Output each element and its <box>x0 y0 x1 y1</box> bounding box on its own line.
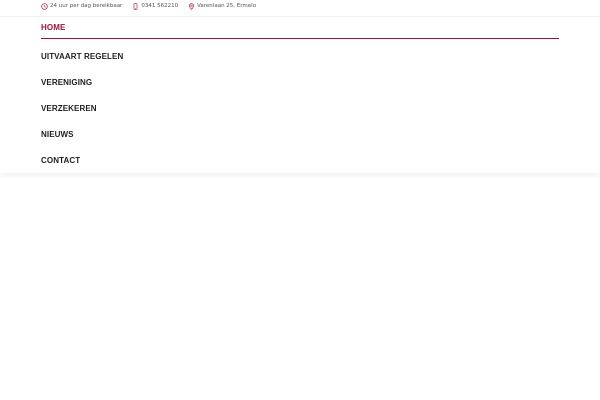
phone-info[interactable]: 0341 562210 <box>132 2 178 10</box>
hours-info: 24 uur per dag bereikbaar <box>41 2 123 10</box>
nav-item-label: CONTACT <box>41 155 81 165</box>
address-text[interactable]: Varenlaan 25, Ermelo <box>197 3 256 9</box>
nav-item-vereniging[interactable]: VERENIGING <box>41 69 559 95</box>
address-info[interactable]: Varenlaan 25, Ermelo <box>188 2 256 10</box>
map-pin-icon <box>189 2 194 10</box>
nav-item-label: NIEUWS <box>41 129 74 139</box>
nav-item-label: VERENIGING <box>41 77 93 87</box>
nav-item-home[interactable]: HOME <box>41 17 559 39</box>
phone-icon <box>133 2 138 10</box>
phone-text[interactable]: 0341 562210 <box>141 3 178 9</box>
nav-item-uitvaart-regelen[interactable]: UITVAART REGELEN <box>41 43 559 69</box>
nav-item-label: HOME <box>41 23 66 32</box>
nav-item-verzekeren[interactable]: VERZEKEREN <box>41 95 559 121</box>
hours-text: 24 uur per dag bereikbaar <box>50 3 123 9</box>
nav-list: HOME UITVAART REGELEN VERENIGING VERZEKE… <box>41 17 559 173</box>
top-info-bar: 24 uur per dag bereikbaar 0341 562210 Va… <box>0 0 600 12</box>
nav-item-label: UITVAART REGELEN <box>41 51 124 61</box>
main-navigation: HOME UITVAART REGELEN VERENIGING VERZEKE… <box>0 16 600 173</box>
nav-item-contact[interactable]: CONTACT <box>41 147 559 173</box>
nav-item-nieuws[interactable]: NIEUWS <box>41 121 559 147</box>
nav-item-label: VERZEKEREN <box>41 103 97 113</box>
clock-icon <box>41 2 48 10</box>
